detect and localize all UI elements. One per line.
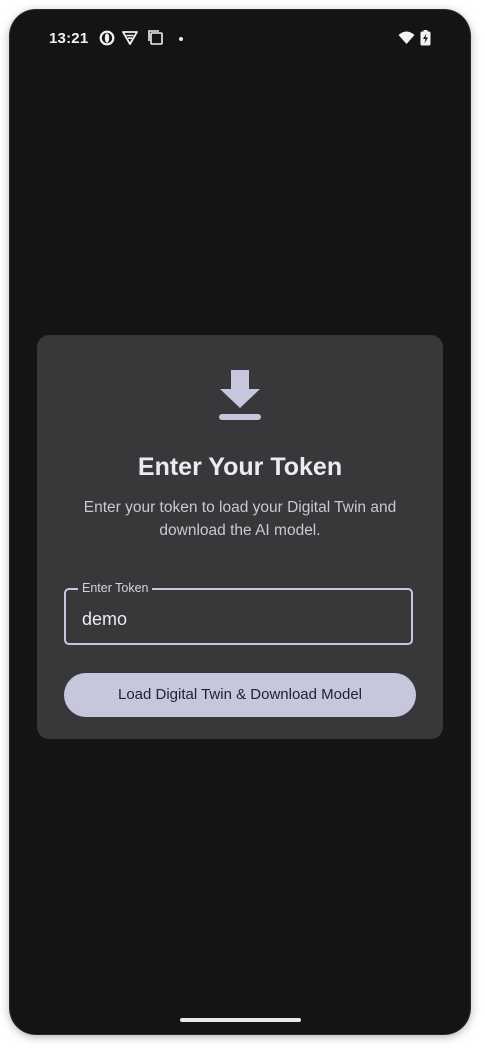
screenshot-icon [148, 30, 164, 46]
download-icon [218, 370, 262, 422]
token-input-value[interactable]: demo [82, 608, 127, 630]
token-input-label: Enter Token [78, 580, 153, 596]
status-bar: 13:21 [10, 10, 470, 68]
token-input[interactable]: Enter Token demo [64, 580, 413, 645]
vpn-icon [122, 30, 138, 46]
status-time: 13:21 [49, 30, 89, 47]
opera-icon [99, 30, 115, 46]
page-title: Enter Your Token [137, 453, 343, 481]
home-indicator[interactable] [180, 1018, 301, 1022]
battery-charging-icon [420, 30, 432, 46]
notification-dot [179, 37, 183, 41]
load-download-button[interactable]: Load Digital Twin & Download Model [64, 673, 416, 717]
token-card: Enter Your Token Enter your token to loa… [37, 335, 443, 739]
wifi-icon [398, 30, 415, 46]
phone-screen: 13:21 Enter Your Token Enter your token … [10, 10, 470, 1034]
card-description: Enter your token to load your Digital Tw… [83, 499, 397, 539]
